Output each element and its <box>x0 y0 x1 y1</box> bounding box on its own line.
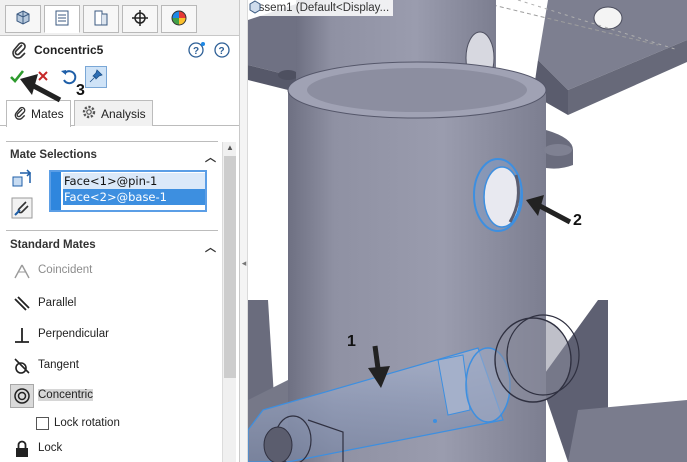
divider <box>6 141 218 142</box>
splitter-grip-icon[interactable]: ◂ <box>241 258 247 272</box>
scroll-up-arrow-icon[interactable]: ▲ <box>224 142 236 154</box>
group-title: Standard Mates <box>10 239 96 251</box>
selected-face-2[interactable] <box>473 158 523 232</box>
mate-perpendicular[interactable]: Perpendicular <box>8 322 218 348</box>
lock-rotation-checkbox[interactable] <box>36 417 49 430</box>
mate-concentric[interactable]: Concentric <box>8 383 218 409</box>
feature-tree-root[interactable]: Assem1 (Default<Display... <box>248 0 394 16</box>
mate-label: Parallel <box>38 297 77 309</box>
panel-scrollbar[interactable]: ▲ <box>222 142 236 462</box>
concentric-icon <box>10 384 34 408</box>
coincident-icon <box>10 259 34 283</box>
feature-tree-root-label: Assem1 (Default<Display... <box>251 2 390 14</box>
svg-text:?: ? <box>193 46 199 57</box>
mate-label: Tangent <box>38 359 79 371</box>
scroll-thumb[interactable] <box>224 156 236 378</box>
perpendicular-icon <box>10 323 34 347</box>
color-wheel-icon <box>170 9 188 30</box>
callout-number-3: 3 <box>76 82 85 99</box>
mate-reference-icon[interactable] <box>10 196 34 220</box>
callout-number-1: 1 <box>347 333 356 350</box>
crosshair-icon <box>131 9 149 30</box>
list-item[interactable]: Face<1>@pin-1 <box>63 173 205 189</box>
standard-mates-header[interactable]: Standard Mates ︿ <box>10 239 216 257</box>
mate-label: Coincident <box>38 264 93 276</box>
mate-label: Perpendicular <box>38 328 109 340</box>
collapse-caret-icon[interactable]: ︿ <box>205 239 216 255</box>
lock-icon <box>10 437 34 461</box>
mate-coincident[interactable]: Coincident <box>8 258 218 284</box>
mate-label: Lock <box>38 442 63 454</box>
tab-dimxpert-manager[interactable] <box>122 5 158 33</box>
mate-label: Concentric <box>38 389 93 401</box>
parallel-icon <box>10 292 34 316</box>
mate-selections-list[interactable]: Face<1>@pin-1 Face<2>@base-1 <box>49 170 207 212</box>
group-title: Mate Selections <box>10 149 97 161</box>
list-item[interactable]: Face<2>@base-1 <box>63 189 205 205</box>
panel-splitter[interactable]: ◂ <box>240 0 248 462</box>
assembly-model[interactable] <box>248 0 687 462</box>
lock-rotation-label: Lock rotation <box>54 417 120 429</box>
graphics-area[interactable]: Assem1 (Default<Display... 1 2 <box>248 0 687 462</box>
selection-color-strip <box>51 172 61 210</box>
svg-text:?: ? <box>219 46 225 57</box>
help-icon[interactable]: ? <box>213 41 231 59</box>
mate-selection-entity-icon[interactable] <box>10 168 34 192</box>
divider <box>6 230 218 231</box>
callout-arrow-3 <box>20 74 62 103</box>
mate-selections-header[interactable]: Mate Selections ︿ <box>10 149 216 167</box>
tab-display-manager[interactable] <box>161 5 197 33</box>
mate-tangent[interactable]: Tangent <box>8 353 218 379</box>
mate-parallel[interactable]: Parallel <box>8 291 218 317</box>
callout-number-2: 2 <box>573 212 582 229</box>
collapse-caret-icon[interactable]: ︿ <box>205 149 216 165</box>
whats-wrong-help-icon[interactable]: ? <box>188 41 206 59</box>
mate-lock[interactable]: Lock <box>8 436 218 462</box>
tab-analysis-label: Analysis <box>101 106 146 121</box>
lock-rotation-option[interactable]: Lock rotation <box>36 416 206 432</box>
tangent-icon <box>10 354 34 378</box>
